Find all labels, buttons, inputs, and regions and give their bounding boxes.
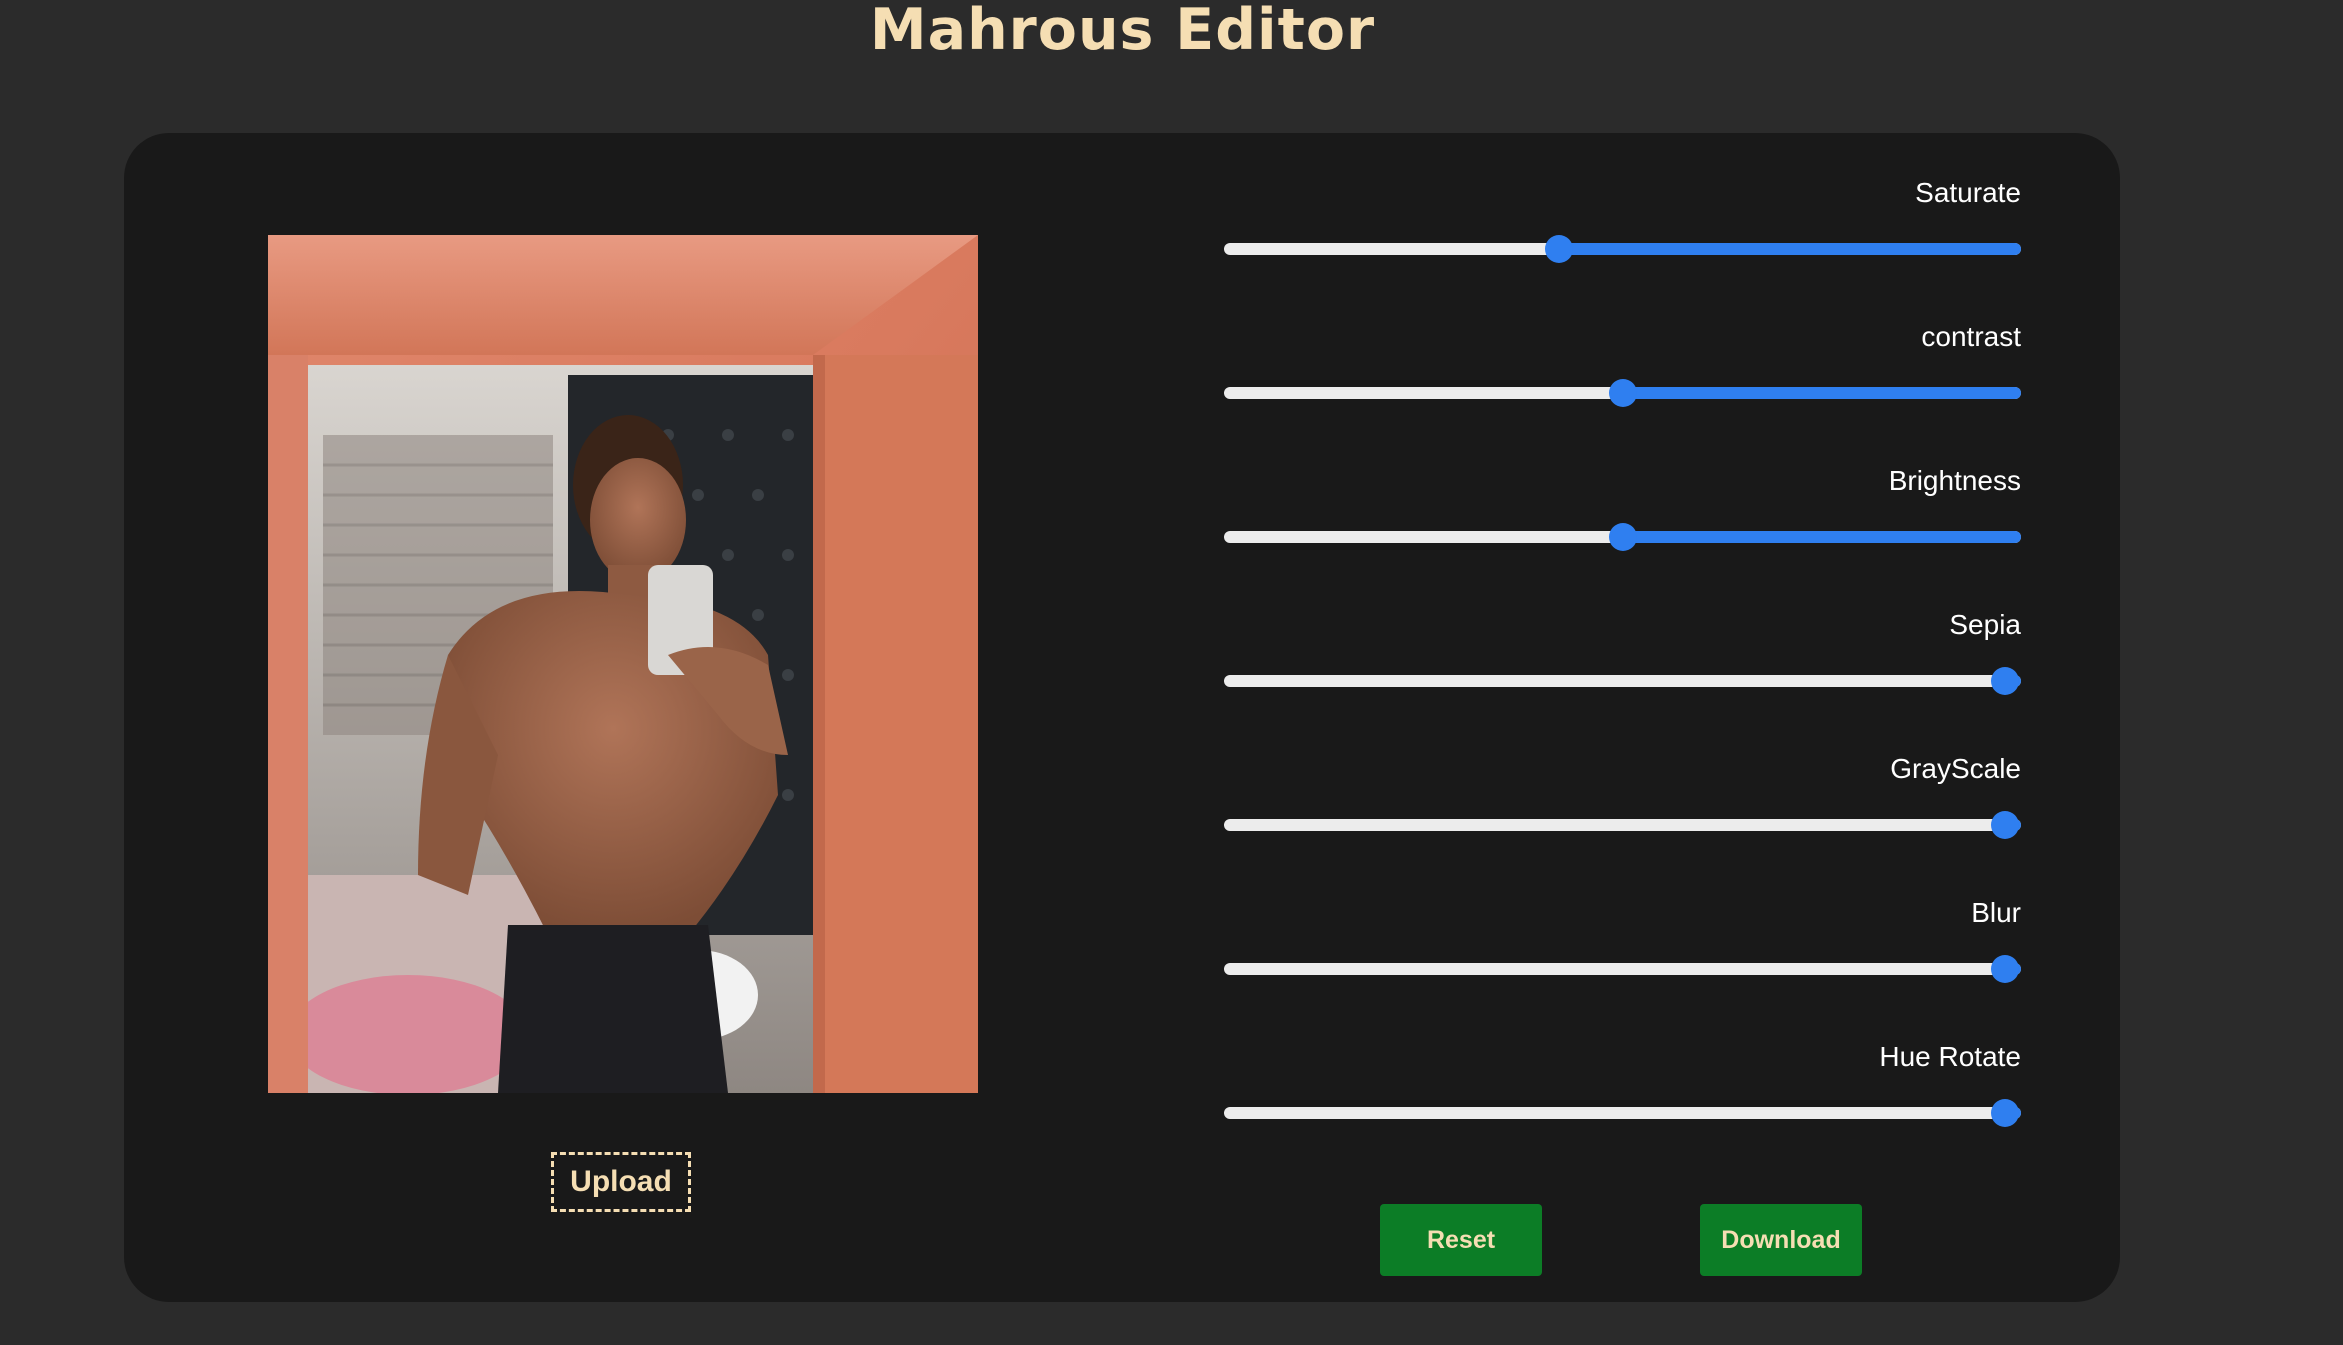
brightness-slider-thumb[interactable] <box>1608 523 1637 551</box>
brightness-label: Brightness <box>1888 465 2021 496</box>
saturate-slider-thumb[interactable] <box>1544 235 1573 263</box>
download-button[interactable]: Download <box>1700 1204 1862 1276</box>
grayscale-slider[interactable] <box>1224 810 2021 840</box>
editor-panel: Upload Saturate contrast Brightness Sepia Gr… <box>124 133 2120 1302</box>
hue-rotate-label: Hue Rotate <box>1879 1041 2021 1072</box>
sepia-slider-track <box>1224 675 2021 687</box>
photo-image <box>268 235 978 1093</box>
blur-label: Blur <box>1971 897 2021 928</box>
hue-rotate-slider-track <box>1224 1107 2021 1119</box>
hue-rotate-slider-thumb[interactable] <box>1991 1099 2020 1127</box>
brightness-slider-fill <box>1622 531 2021 543</box>
blur-slider-track <box>1224 963 2021 975</box>
image-preview <box>268 235 978 1093</box>
page-title: Mahrous Editor <box>869 0 1376 63</box>
contrast-slider[interactable] <box>1224 378 2021 408</box>
saturate-slider-fill <box>1558 243 2021 255</box>
blur-slider-thumb[interactable] <box>1991 955 2020 983</box>
grayscale-slider-thumb[interactable] <box>1991 811 2020 839</box>
grayscale-label: GrayScale <box>1890 753 2021 784</box>
saturate-label: Saturate <box>1915 177 2021 208</box>
contrast-label: contrast <box>1921 321 2021 352</box>
sepia-slider-thumb[interactable] <box>1991 667 2020 695</box>
contrast-slider-fill <box>1622 387 2021 399</box>
saturate-slider[interactable] <box>1224 234 2021 264</box>
brightness-slider[interactable] <box>1224 522 2021 552</box>
upload-button[interactable]: Upload <box>551 1152 691 1212</box>
reset-button[interactable]: Reset <box>1380 1204 1542 1276</box>
hue-rotate-slider[interactable] <box>1224 1098 2021 1128</box>
contrast-slider-thumb[interactable] <box>1608 379 1637 407</box>
sepia-label: Sepia <box>1949 609 2021 640</box>
grayscale-slider-track <box>1224 819 2021 831</box>
sepia-slider[interactable] <box>1224 666 2021 696</box>
blur-slider[interactable] <box>1224 954 2021 984</box>
